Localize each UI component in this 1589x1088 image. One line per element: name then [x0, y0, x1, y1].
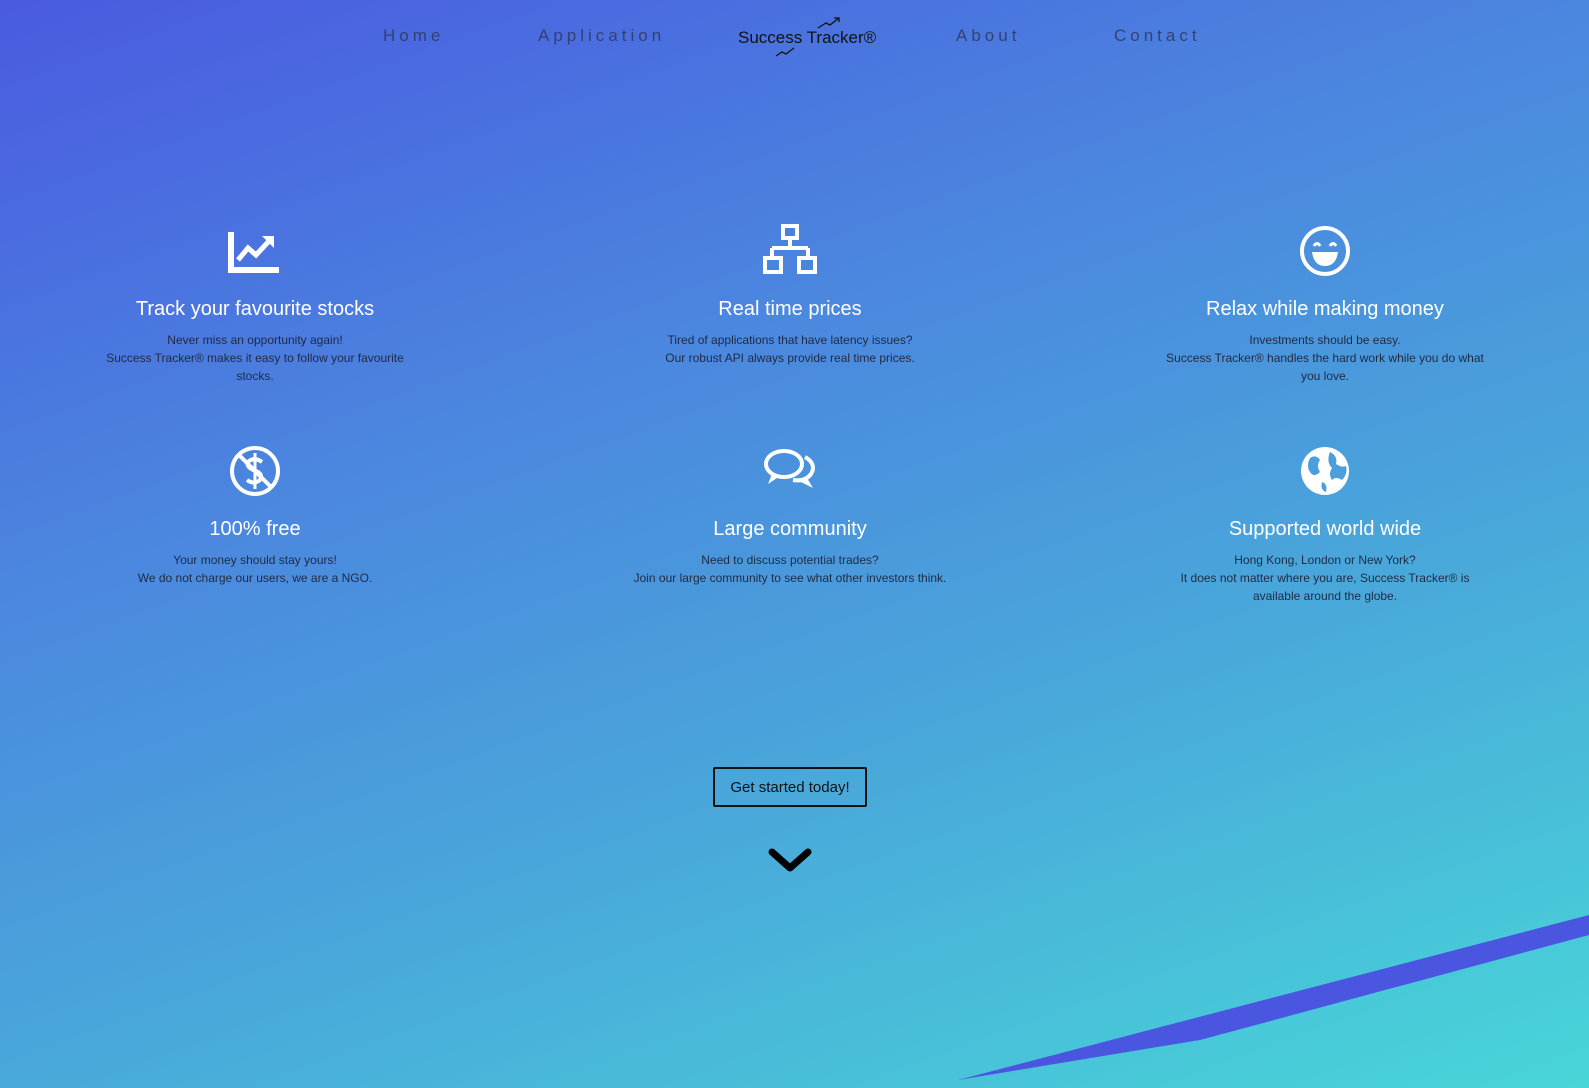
nav-application-link[interactable]: Application [538, 26, 665, 46]
nav-about-link[interactable]: About [956, 26, 1020, 46]
grin-icon [1300, 226, 1350, 276]
top-navigation: Home Application Success Tracker® About … [0, 0, 1589, 75]
feature-title: Track your favourite stocks [135, 298, 375, 320]
feature-real-time-prices: Real time prices Tired of applications t… [625, 224, 955, 367]
globe-icon [1301, 447, 1349, 495]
feature-description: Need to discuss potential trades? Join o… [633, 553, 947, 585]
chevron-down-icon[interactable] [768, 846, 812, 876]
chart-line-icon [228, 232, 279, 273]
feature-relax: Relax while making money Investments sho… [1160, 224, 1490, 385]
feature-track-stocks: Track your favourite stocks Never miss a… [90, 224, 420, 385]
feature-title: Large community [713, 518, 867, 540]
get-started-button[interactable]: Get started today! [713, 767, 867, 807]
no-dollar-icon [230, 446, 280, 496]
logo[interactable]: Success Tracker® [738, 14, 883, 60]
nav-home-link[interactable]: Home [383, 26, 444, 46]
feature-description: Investments should be easy. Success Trac… [1166, 333, 1484, 383]
feature-description: Never miss an opportunity again! Success… [106, 333, 404, 383]
feature-title: Relax while making money [1206, 298, 1444, 320]
feature-description: Your money should stay yours! We do not … [137, 553, 373, 585]
feature-title: 100% free [209, 518, 301, 540]
feature-title: Real time prices [718, 298, 862, 320]
nav-contact-link[interactable]: Contact [1114, 26, 1201, 46]
feature-world-wide: Supported world wide Hong Kong, London o… [1160, 444, 1490, 605]
feature-description: Hong Kong, London or New York? It does n… [1180, 553, 1470, 603]
comments-icon [764, 449, 815, 488]
feature-title: Supported world wide [1228, 518, 1422, 540]
feature-description: Tired of applications that have latency … [665, 333, 915, 365]
logo-text: Success Tracker® [738, 28, 877, 47]
feature-free: 100% free Your money should stay yours! … [90, 444, 420, 587]
network-icon [763, 224, 817, 274]
feature-community: Large community Need to discuss potentia… [625, 444, 955, 587]
